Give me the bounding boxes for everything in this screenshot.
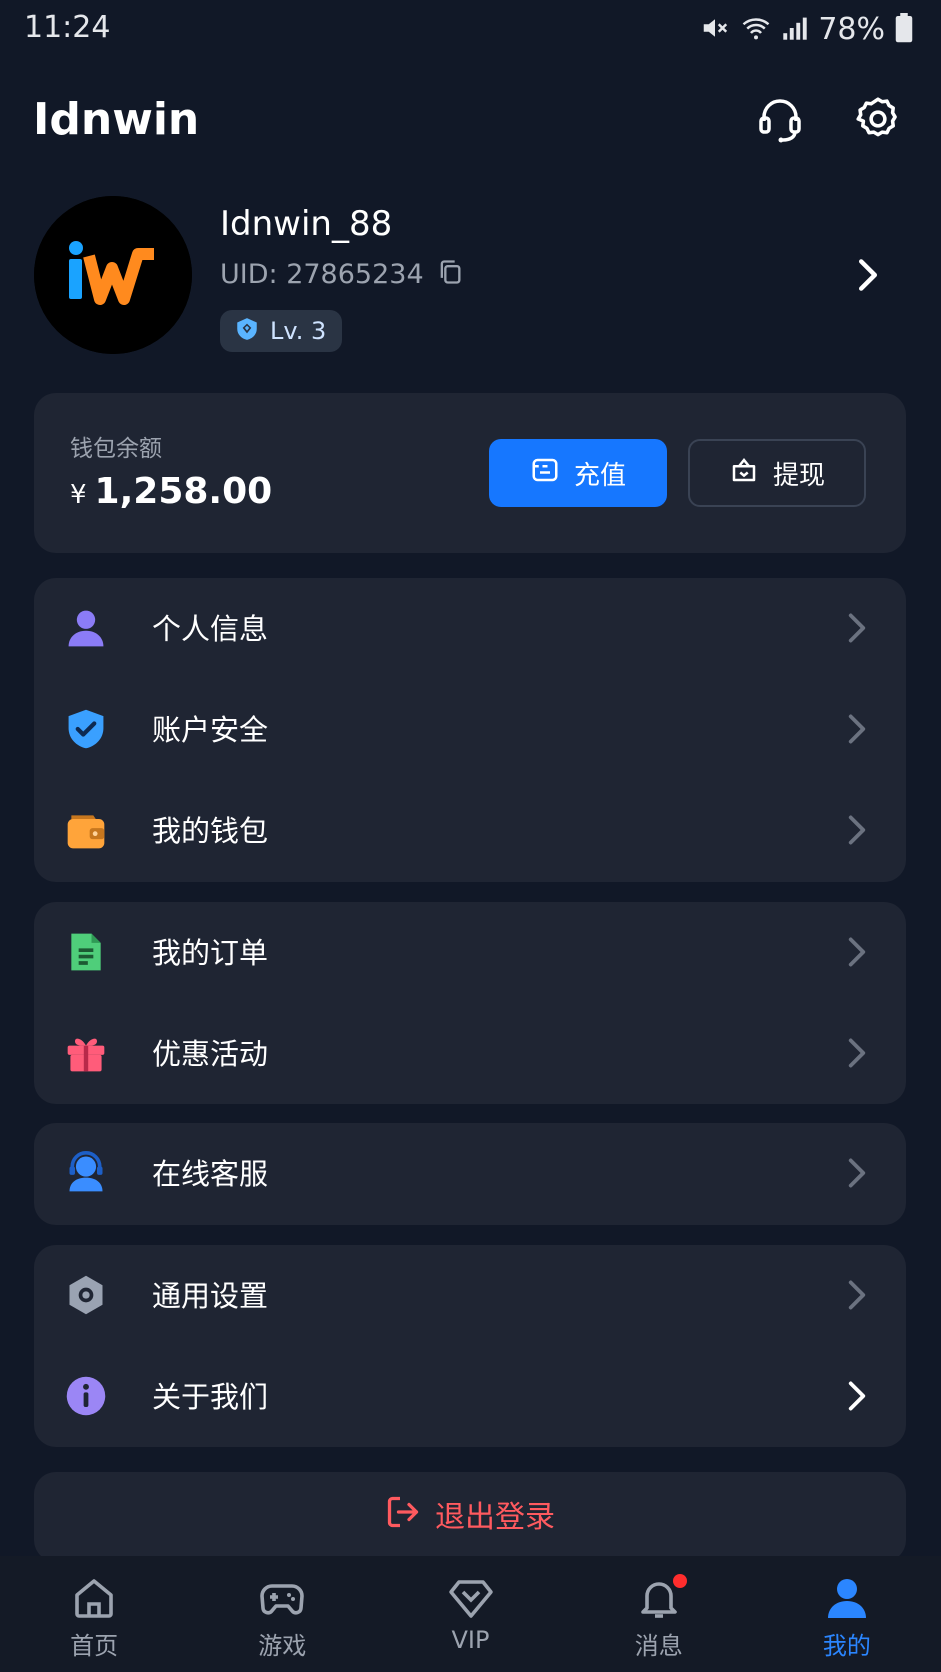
- chevron-right-icon: [846, 1380, 868, 1416]
- chevron-right-icon: [846, 1037, 868, 1073]
- wifi-icon: [740, 13, 772, 47]
- home-icon: [70, 1574, 118, 1622]
- chevron-right-icon: [846, 936, 868, 972]
- battery-icon: [895, 12, 913, 47]
- menu-group-orders: 我的订单 优惠活动: [34, 902, 906, 1104]
- balance-amount: 1,258.00: [94, 471, 273, 512]
- menu-item-profile-info[interactable]: 个人信息: [34, 578, 906, 679]
- menu-item-promotions[interactable]: 优惠活动: [34, 1003, 906, 1104]
- wallet-card: 钱包余额 ¥ 1,258.00 充值 提现: [34, 393, 906, 553]
- menu-item-about-us[interactable]: 关于我们: [34, 1346, 906, 1447]
- shield-check-icon: [64, 707, 108, 751]
- logout-icon: [385, 1494, 421, 1534]
- recharge-icon: [530, 455, 560, 492]
- battery-level: 78%: [818, 12, 885, 47]
- uid-text: UID: 27865234: [220, 258, 424, 290]
- username: Idnwin_88: [220, 204, 393, 244]
- settings-icon: [64, 1273, 108, 1317]
- nav-item-messages[interactable]: 消息: [565, 1556, 753, 1672]
- profile-section[interactable]: Idnwin_88 UID: 27865234 Lv. 3: [0, 190, 941, 360]
- brand-logo: [34, 196, 192, 354]
- nav-item-mine[interactable]: 我的: [753, 1556, 941, 1672]
- chevron-right-icon[interactable]: [855, 258, 881, 296]
- copy-icon[interactable]: [436, 258, 464, 290]
- page-title: Idnwin: [33, 94, 200, 145]
- recharge-label: 充值: [573, 460, 626, 491]
- currency-symbol: ¥: [70, 480, 87, 510]
- level-label: Lv. 3: [270, 317, 327, 345]
- nav-item-home[interactable]: 首页: [0, 1556, 188, 1672]
- logout-label: 退出登录: [435, 1500, 555, 1535]
- shield-badge-icon: [234, 316, 260, 346]
- menu-item-general-settings[interactable]: 通用设置: [34, 1245, 906, 1346]
- chevron-right-icon: [846, 1279, 868, 1315]
- avatar[interactable]: [34, 196, 192, 354]
- nav-item-games[interactable]: 游戏: [188, 1556, 376, 1672]
- withdraw-icon: [729, 455, 759, 492]
- signal-icon: [782, 14, 808, 46]
- gamepad-icon: [258, 1574, 306, 1622]
- menu-item-my-orders[interactable]: 我的订单: [34, 902, 906, 1003]
- wallet-label: 钱包余额: [70, 436, 162, 462]
- profile-icon: [823, 1574, 871, 1622]
- menu-group-settings: 通用设置 关于我们: [34, 1245, 906, 1447]
- status-bar: 11:24 78%: [0, 0, 941, 58]
- chevron-right-icon: [846, 1157, 868, 1193]
- chevron-right-icon: [846, 713, 868, 749]
- chevron-right-icon: [846, 612, 868, 648]
- mute-icon: [700, 13, 730, 47]
- user-icon: [64, 606, 108, 650]
- headset-user-icon: [64, 1151, 108, 1195]
- withdraw-button[interactable]: 提现: [688, 439, 866, 507]
- bottom-nav: 首页 游戏 VIP 消息 我的: [0, 1556, 941, 1672]
- menu-group-account: 个人信息 账户安全 我的钱包: [34, 578, 906, 882]
- headset-icon[interactable]: [755, 94, 805, 144]
- recharge-button[interactable]: 充值: [489, 439, 667, 507]
- menu-item-account-security[interactable]: 账户安全: [34, 679, 906, 780]
- wallet-icon: [64, 808, 108, 852]
- menu-item-online-support[interactable]: 在线客服: [34, 1123, 906, 1224]
- header: Idnwin: [0, 80, 941, 160]
- status-time: 11:24: [24, 10, 111, 45]
- info-icon: [64, 1374, 108, 1418]
- menu-group-support: 在线客服: [34, 1123, 906, 1225]
- level-badge: Lv. 3: [220, 310, 343, 352]
- notification-dot: [672, 1574, 687, 1588]
- logout-button[interactable]: 退出登录: [34, 1472, 906, 1562]
- withdraw-label: 提现: [772, 460, 825, 491]
- wallet-balance: ¥ 1,258.00: [70, 471, 272, 512]
- document-icon: [64, 930, 108, 974]
- diamond-icon: [447, 1574, 495, 1622]
- chevron-right-icon: [846, 814, 868, 850]
- menu-item-my-wallet[interactable]: 我的钱包: [34, 780, 906, 881]
- gear-icon[interactable]: [853, 94, 903, 144]
- nav-item-vip[interactable]: VIP: [376, 1556, 564, 1672]
- gift-icon: [64, 1031, 108, 1075]
